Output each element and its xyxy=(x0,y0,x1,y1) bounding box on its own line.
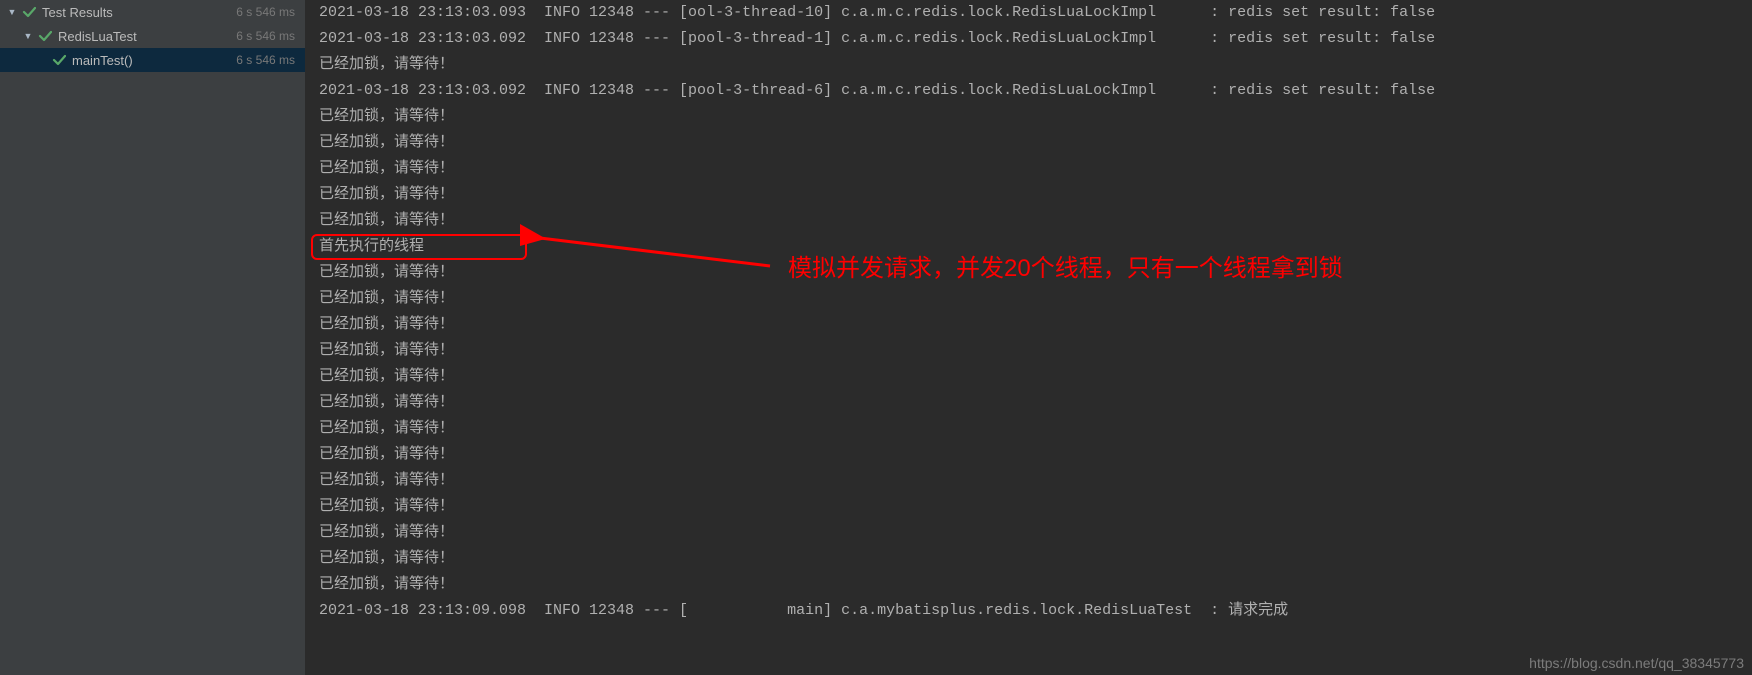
highlight-box: 首先执行的线程 xyxy=(311,234,527,260)
console-line: 2021-03-18 23:13:03.092 INFO 12348 --- [… xyxy=(319,26,1752,52)
annotation-text: 模拟并发请求，并发20个线程，只有一个线程拿到锁 xyxy=(788,248,1343,283)
console-line: 已经加锁，请等待！ xyxy=(319,390,1752,416)
console-line: 已经加锁，请等待！ xyxy=(319,416,1752,442)
pass-icon xyxy=(22,5,36,19)
console-line: 已经加锁，请等待！ xyxy=(319,182,1752,208)
console-line: 2021-03-18 23:13:09.098 INFO 12348 --- [… xyxy=(319,598,1752,624)
console-line: 已经加锁，请等待！ xyxy=(319,494,1752,520)
tree-row-class[interactable]: ▼ RedisLuaTest 6 s 546 ms xyxy=(0,24,305,48)
console-line: 已经加锁，请等待！ xyxy=(319,286,1752,312)
console-line: 已经加锁，请等待！ xyxy=(319,546,1752,572)
console-line: 2021-03-18 23:13:03.093 INFO 12348 --- [… xyxy=(319,0,1752,26)
console-line: 2021-03-18 23:13:03.092 INFO 12348 --- [… xyxy=(319,78,1752,104)
console-line: 已经加锁，请等待！ xyxy=(319,520,1752,546)
console-line: 已经加锁，请等待！ xyxy=(319,364,1752,390)
pass-icon xyxy=(52,53,66,67)
expand-arrow-icon[interactable]: ▼ xyxy=(22,30,34,42)
tree-time-method: 6 s 546 ms xyxy=(236,53,305,67)
console-line: 已经加锁，请等待！ xyxy=(319,104,1752,130)
console-line: 已经加锁，请等待！ xyxy=(319,208,1752,234)
tree-row-root[interactable]: ▼ Test Results 6 s 546 ms xyxy=(0,0,305,24)
console-line: 已经加锁，请等待！ xyxy=(319,468,1752,494)
tree-label-class: RedisLuaTest xyxy=(58,29,236,44)
console-line: 已经加锁，请等待！ xyxy=(319,442,1752,468)
console-line: 已经加锁，请等待！ xyxy=(319,572,1752,598)
tree-row-method[interactable]: mainTest() 6 s 546 ms xyxy=(0,48,305,72)
expand-arrow-icon[interactable]: ▼ xyxy=(6,6,18,18)
pass-icon xyxy=(38,29,52,43)
console-output[interactable]: 2021-03-18 23:13:03.093 INFO 12348 --- [… xyxy=(305,0,1752,675)
watermark: https://blog.csdn.net/qq_38345773 xyxy=(1529,655,1744,671)
tree-label-root: Test Results xyxy=(42,5,236,20)
test-tree-panel: ▼ Test Results 6 s 546 ms ▼ RedisLuaTest… xyxy=(0,0,305,675)
tree-label-method: mainTest() xyxy=(72,53,236,68)
console-line: 已经加锁，请等待！ xyxy=(319,130,1752,156)
console-line: 已经加锁，请等待！ xyxy=(319,156,1752,182)
console-line: 已经加锁，请等待！ xyxy=(319,52,1752,78)
tree-time-class: 6 s 546 ms xyxy=(236,29,305,43)
tree-time-root: 6 s 546 ms xyxy=(236,5,305,19)
console-line: 已经加锁，请等待！ xyxy=(319,338,1752,364)
console-line: 已经加锁，请等待！ xyxy=(319,312,1752,338)
